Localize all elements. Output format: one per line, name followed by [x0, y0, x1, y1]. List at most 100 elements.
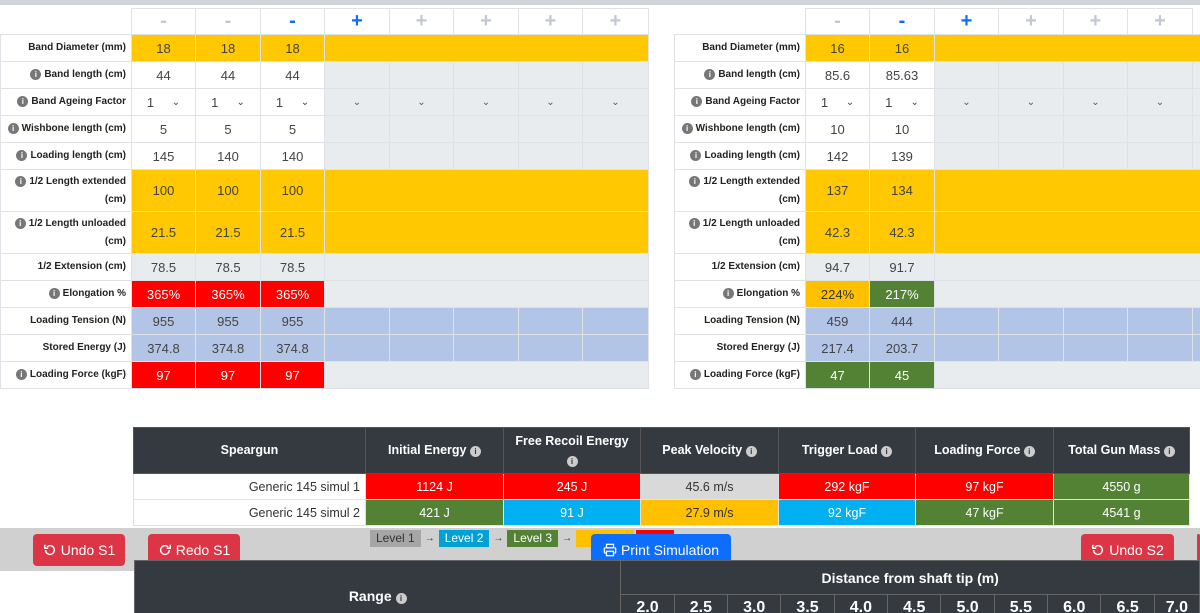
row-label: Wishbone length (cm)	[695, 123, 800, 134]
info-icon[interactable]: i	[48, 288, 60, 299]
row-label: Loading Force (kgF)	[703, 369, 800, 380]
info-icon[interactable]: i	[469, 446, 481, 458]
ageing-factor-select[interactable]: ⌄	[998, 88, 1064, 116]
distance-column-header: 6.0	[1047, 594, 1102, 613]
half-length-extended-value: 100	[131, 169, 196, 212]
row-label: 1/2 Extension (cm)	[0, 253, 132, 281]
add-column-button[interactable]: +	[453, 8, 519, 35]
ageing-factor-select[interactable]: ⌄	[582, 88, 649, 116]
chevron-down-icon: ⌄	[417, 96, 426, 108]
add-column-button[interactable]: +	[998, 8, 1064, 35]
ageing-factor-select[interactable]: 1 ⌄	[805, 88, 870, 116]
band-length-input[interactable]: 85.63	[869, 61, 935, 89]
loading-length-input[interactable]: 139	[869, 142, 935, 170]
ageing-factor-select[interactable]: ⌄	[934, 88, 999, 116]
wishbone-length-input[interactable]: 5	[195, 115, 261, 143]
wishbone-length-input[interactable]: 10	[805, 115, 870, 143]
half-length-extended-row: i 1/2 Length extended (cm) 137 134	[674, 169, 1200, 212]
info-icon[interactable]: i	[689, 369, 701, 380]
remove-column-button[interactable]: -	[805, 8, 870, 35]
level-3-badge: Level 3	[507, 530, 559, 547]
info-icon[interactable]: i	[745, 446, 757, 458]
chevron-down-icon: ⌄	[352, 96, 362, 108]
speargun-name: Generic 145 simul 1	[133, 473, 366, 500]
ageing-factor-select[interactable]: ⌄	[453, 88, 519, 116]
band-diameter-input[interactable]: 18	[260, 34, 325, 62]
chevron-down-icon: ⌄	[962, 96, 971, 108]
range-table: Range i Distance from shaft tip (m) 2.0 …	[133, 560, 1200, 613]
band-diameter-input[interactable]: 18	[195, 34, 261, 62]
remove-column-button[interactable]: -	[131, 8, 196, 35]
info-icon[interactable]: i	[17, 96, 29, 107]
ageing-factor-select[interactable]: 1 ⌄	[260, 88, 325, 116]
band-length-input[interactable]: 44	[195, 61, 261, 89]
info-icon[interactable]: i	[691, 96, 703, 107]
row-label: Band Diameter (mm)	[0, 34, 132, 62]
info-icon[interactable]: i	[15, 369, 27, 380]
add-column-button[interactable]: +	[1127, 8, 1193, 35]
ageing-factor-select[interactable]: ⌄	[518, 88, 583, 116]
info-icon[interactable]: i	[7, 123, 19, 134]
info-icon[interactable]: i	[688, 217, 700, 229]
info-icon[interactable]: i	[14, 217, 26, 229]
add-column-button[interactable]: +	[582, 8, 649, 35]
loading-force-row: i Loading Force (kgF) 97 97 97	[0, 361, 649, 389]
info-icon[interactable]: i	[881, 446, 893, 458]
ageing-factor-select[interactable]: ⌄	[389, 88, 454, 116]
distance-column-header: 5.5	[993, 594, 1049, 613]
ageing-factor-select[interactable]: 1 ⌄	[131, 88, 196, 116]
initial-energy-cell: 1124 J	[365, 473, 504, 500]
ageing-factor-select[interactable]: ⌄	[324, 88, 390, 116]
band-length-input[interactable]: 44	[260, 61, 325, 89]
wishbone-length-input[interactable]: 5	[131, 115, 196, 143]
half-length-extended-value: 134	[869, 169, 935, 212]
band-diameter-input[interactable]: 18	[131, 34, 196, 62]
info-icon[interactable]: i	[15, 175, 27, 187]
band-length-input[interactable]: 85.6	[805, 61, 870, 89]
chevron-down-icon: ⌄	[236, 96, 245, 108]
peak-velocity-header: Peak Velocity	[662, 443, 743, 458]
info-icon[interactable]: i	[16, 150, 28, 161]
add-column-button[interactable]: +	[518, 8, 583, 35]
summary-header-row: Speargun Initial Energy i Free Recoil En…	[133, 427, 1190, 474]
undo-s1-button[interactable]: Undo S1	[33, 534, 125, 566]
chevron-down-icon: ⌄	[546, 96, 555, 108]
info-icon[interactable]: i	[704, 69, 716, 80]
add-column-button[interactable]: +	[1063, 8, 1128, 35]
free-recoil-energy-header: Free Recoil Energy	[515, 433, 629, 448]
row-label: Band Diameter (mm)	[674, 34, 806, 62]
initial-energy-header: Initial Energy	[388, 443, 467, 458]
half-length-unloaded-value: 42.3	[805, 211, 870, 254]
loading-length-input[interactable]: 140	[260, 142, 325, 170]
ageing-factor-select[interactable]: ⌄	[1063, 88, 1128, 116]
ageing-factor-select[interactable]: 1 ⌄	[869, 88, 935, 116]
remove-column-button[interactable]: -	[869, 8, 935, 35]
ageing-factor-select[interactable]: 1 ⌄	[195, 88, 261, 116]
band-diameter-input[interactable]: 16	[869, 34, 935, 62]
info-icon[interactable]: i	[1023, 446, 1035, 458]
loading-length-input[interactable]: 142	[805, 142, 870, 170]
band-length-input[interactable]: 44	[131, 61, 196, 89]
wishbone-length-input[interactable]: 5	[260, 115, 325, 143]
loading-length-input[interactable]: 145	[131, 142, 196, 170]
ageing-factor-select[interactable]: ⌄	[1127, 88, 1193, 116]
info-icon[interactable]: i	[722, 288, 734, 299]
loading-length-input[interactable]: 140	[195, 142, 261, 170]
info-icon[interactable]: i	[689, 175, 701, 187]
add-column-button[interactable]: +	[389, 8, 454, 35]
info-icon[interactable]: i	[395, 592, 407, 604]
info-icon[interactable]: i	[566, 455, 578, 467]
add-column-button[interactable]: +	[934, 8, 999, 35]
wishbone-length-input[interactable]: 10	[869, 115, 935, 143]
remove-column-button[interactable]: -	[260, 8, 325, 35]
info-icon[interactable]: i	[681, 123, 693, 134]
remove-column-button[interactable]: -	[195, 8, 261, 35]
half-length-unloaded-value: 21.5	[131, 211, 196, 254]
free-recoil-energy-cell: 91 J	[503, 499, 641, 526]
band-diameter-input[interactable]: 16	[805, 34, 870, 62]
info-icon[interactable]: i	[1163, 446, 1175, 458]
info-icon[interactable]: i	[690, 150, 702, 161]
info-icon[interactable]: i	[30, 69, 42, 80]
add-column-button[interactable]: +	[324, 8, 390, 35]
initial-energy-cell: 421 J	[365, 499, 504, 526]
